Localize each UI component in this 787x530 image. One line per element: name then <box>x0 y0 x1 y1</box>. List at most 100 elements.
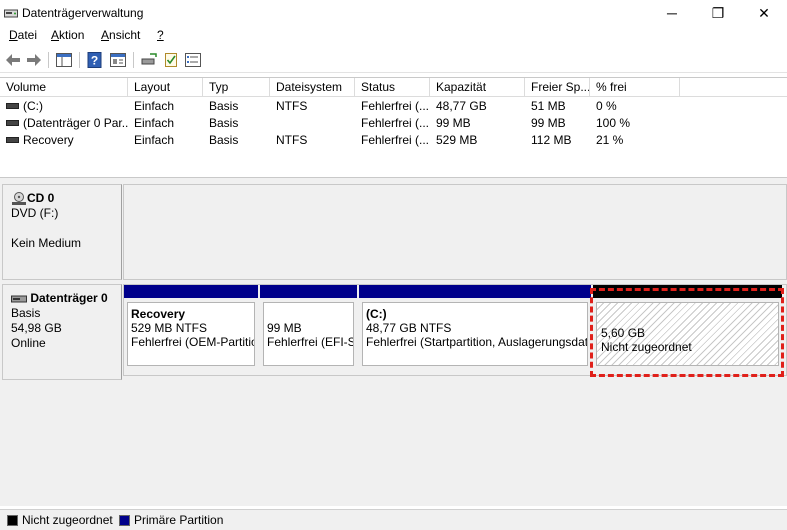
cd-row: CD 0 DVD (F:) Kein Medium <box>0 184 787 280</box>
legend-label-unallocated: Nicht zugeordnet <box>22 513 113 527</box>
connect-disk-icon[interactable] <box>139 50 159 70</box>
forward-icon[interactable] <box>24 50 44 70</box>
unallocated-space[interactable]: 5,60 GB Nicht zugeordnet <box>593 285 782 369</box>
disk-label[interactable]: Datenträger 0 Basis 54,98 GB Online <box>2 284 122 380</box>
partition-size: 99 MB <box>267 321 302 335</box>
volume-typ: Basis <box>209 133 239 147</box>
properties-icon[interactable] <box>108 50 128 70</box>
partition-title: (C:) <box>366 307 387 321</box>
back-icon[interactable] <box>3 50 23 70</box>
volume-name: Recovery <box>23 133 74 147</box>
cd-type: DVD (F:) <box>11 206 59 220</box>
column-header-freier-speicher[interactable]: Freier Sp... <box>525 78 590 97</box>
disk-size: 54,98 GB <box>11 321 62 335</box>
menu-help[interactable]: ? <box>157 28 164 42</box>
partition-recovery[interactable]: Recovery 529 MB NTFS Fehlerfrei (OEM-Par… <box>124 285 258 369</box>
volume-status: Fehlerfrei (... <box>361 99 430 113</box>
volume-typ: Basis <box>209 116 239 130</box>
partition-size: 529 MB NTFS <box>131 321 208 335</box>
partition-efi[interactable]: 99 MB Fehlerfrei (EFI-Sy <box>260 285 357 369</box>
partition-title: Recovery <box>131 307 186 321</box>
volume-prozent-frei: 100 % <box>596 116 631 130</box>
unallocated-color-bar <box>593 285 782 298</box>
column-header-kapazitaet[interactable]: Kapazität <box>430 78 525 97</box>
window-title: Datenträgerverwaltung <box>22 6 144 20</box>
column-header-typ[interactable]: Typ <box>203 78 270 97</box>
toolbar-separator <box>79 52 80 68</box>
unallocated-label: Nicht zugeordnet <box>601 340 692 354</box>
volume-layout: Einfach <box>134 116 175 130</box>
cd-label[interactable]: CD 0 DVD (F:) Kein Medium <box>2 184 122 280</box>
disk-name: Datenträger 0 <box>30 291 108 305</box>
volume-icon <box>6 102 19 109</box>
minimize-button[interactable]: ─ <box>649 0 695 26</box>
volume-status: Fehlerfrei (... <box>361 116 430 130</box>
volume-kapazitaet: 99 MB <box>436 116 471 130</box>
unallocated-size: 5,60 GB <box>601 326 646 340</box>
check-icon[interactable] <box>161 50 181 70</box>
legend-label-primary: Primäre Partition <box>134 513 224 527</box>
volume-kapazitaet: 529 MB <box>436 133 478 147</box>
title-bar: Datenträgerverwaltung ─ ❐ ✕ <box>0 0 787 26</box>
legend-swatch-unallocated <box>7 515 18 526</box>
column-header-dateisystem[interactable]: Dateisystem <box>270 78 355 97</box>
disk-type: Basis <box>11 306 41 320</box>
svg-text:?: ? <box>91 54 98 68</box>
legend-bar: Nicht zugeordnet Primäre Partition <box>0 509 787 530</box>
disk-state: Online <box>11 336 46 350</box>
volume-dateisystem: NTFS <box>276 133 308 147</box>
column-header-volume[interactable]: Volume <box>0 78 128 97</box>
volume-name: (Datenträger 0 Par... <box>23 116 128 130</box>
partition-color-bar <box>260 285 357 298</box>
volume-dateisystem <box>270 115 355 132</box>
volume-freier-speicher: 112 MB <box>531 133 572 147</box>
view-list-icon[interactable] <box>183 50 203 70</box>
toolbar-separator <box>48 52 49 68</box>
volume-layout: Einfach <box>134 133 175 147</box>
volume-row[interactable]: (C:) Einfach Basis NTFS Fehlerfrei (... … <box>0 98 787 115</box>
partition-status: Fehlerfrei (EFI-Sy <box>267 335 354 349</box>
column-header-status[interactable]: Status <box>355 78 430 97</box>
menu-aktion[interactable]: Aktion <box>51 28 84 42</box>
volume-prozent-frei: 0 % <box>596 99 617 113</box>
volume-freier-speicher: 51 MB <box>531 99 566 113</box>
volume-list-header: Volume Layout Typ Dateisystem Status Kap… <box>0 78 787 97</box>
hard-disk-icon <box>11 295 27 303</box>
menu-ansicht[interactable]: Ansicht <box>101 28 140 42</box>
partition-status: Fehlerfrei (Startpartition, Auslagerungs… <box>366 335 588 349</box>
show-hide-tree-icon[interactable] <box>54 50 74 70</box>
disk-partition-area: Recovery 529 MB NTFS Fehlerfrei (OEM-Par… <box>123 284 787 376</box>
cd-area[interactable] <box>123 184 787 280</box>
volume-dateisystem: NTFS <box>276 99 308 113</box>
volume-icon <box>6 136 19 143</box>
help-icon[interactable]: ? <box>85 50 105 70</box>
volume-name: (C:) <box>23 99 43 113</box>
column-header-layout[interactable]: Layout <box>128 78 203 97</box>
maximize-button[interactable]: ❐ <box>695 0 741 26</box>
volume-row[interactable]: Recovery Einfach Basis NTFS Fehlerfrei (… <box>0 132 787 149</box>
volume-freier-speicher: 99 MB <box>531 116 566 130</box>
volume-status: Fehlerfrei (... <box>361 133 430 147</box>
close-button[interactable]: ✕ <box>741 0 787 26</box>
volume-list: Volume Layout Typ Dateisystem Status Kap… <box>0 77 787 178</box>
cd-drive-icon <box>12 191 26 205</box>
column-header-prozent-frei[interactable]: % frei <box>590 78 680 97</box>
disk-graphical-view: CD 0 DVD (F:) Kein Medium Datenträger 0 … <box>0 184 787 506</box>
toolbar-separator <box>133 52 134 68</box>
volume-kapazitaet: 48,77 GB <box>436 99 487 113</box>
partition-c[interactable]: (C:) 48,77 GB NTFS Fehlerfrei (Startpart… <box>359 285 591 369</box>
disk-management-app-icon <box>4 9 18 18</box>
volume-prozent-frei: 21 % <box>596 133 624 147</box>
volume-layout: Einfach <box>134 99 175 113</box>
toolbar: ? <box>0 47 787 73</box>
cd-media-status: Kein Medium <box>11 236 82 250</box>
volume-icon <box>6 119 19 126</box>
menu-bar: Datei Aktion Ansicht ? <box>0 26 787 46</box>
volume-typ: Basis <box>209 99 239 113</box>
partition-size: 48,77 GB NTFS <box>366 321 452 335</box>
partition-color-bar <box>124 285 258 298</box>
menu-datei[interactable]: Datei <box>9 28 37 42</box>
partition-status: Fehlerfrei (OEM-Partitio <box>131 335 255 349</box>
volume-row[interactable]: (Datenträger 0 Par... Einfach Basis Fehl… <box>0 115 787 132</box>
partition-color-bar <box>359 285 591 298</box>
